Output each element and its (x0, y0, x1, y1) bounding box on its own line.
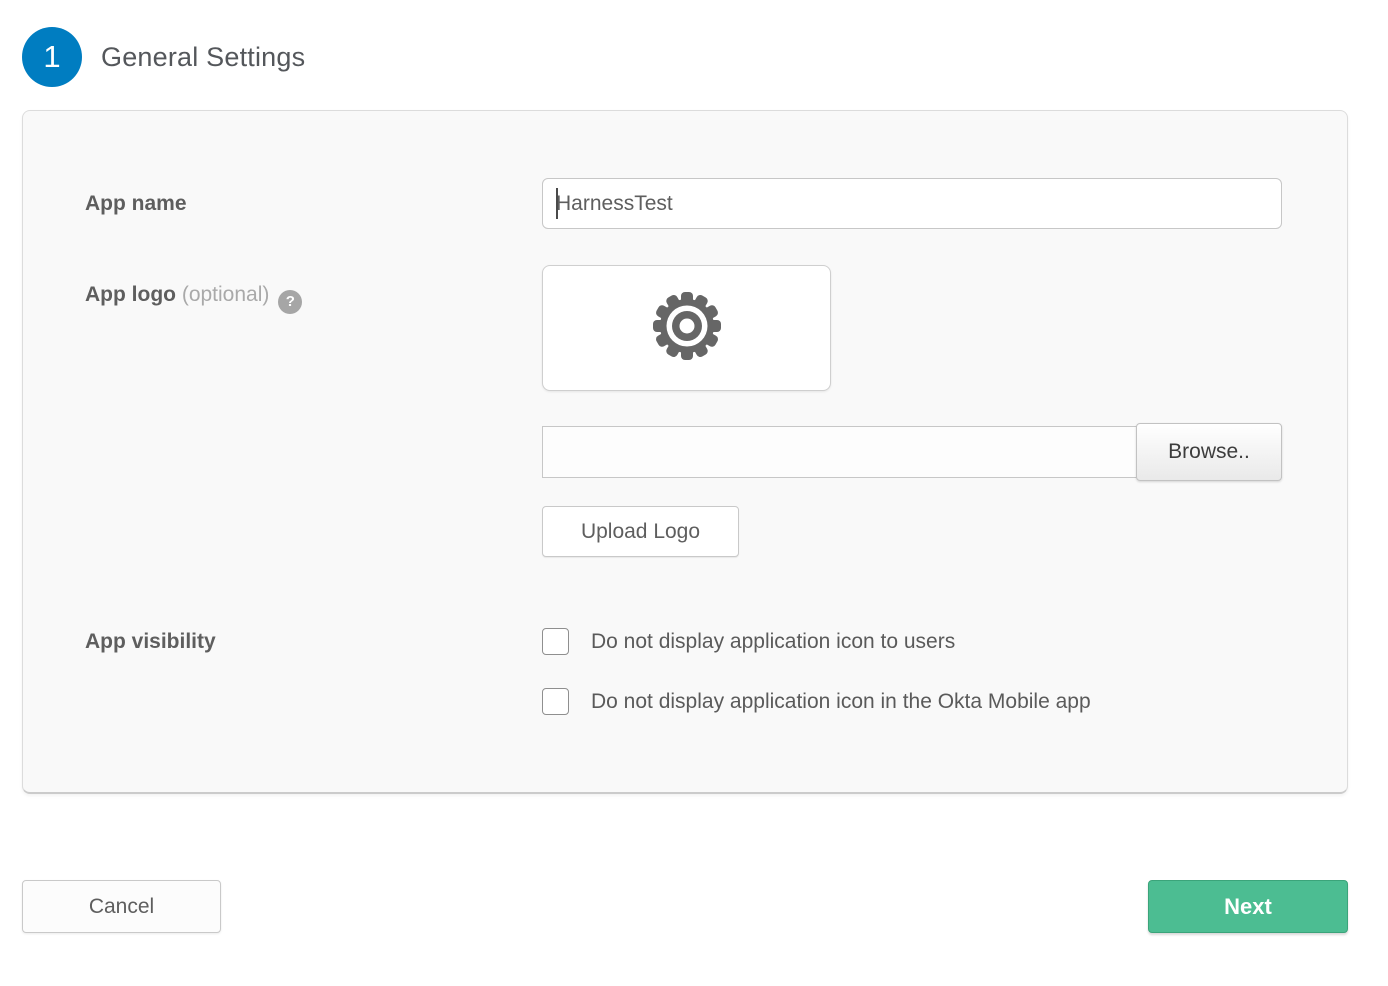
settings-panel: App name App logo (optional)? (22, 110, 1348, 794)
app-visibility-label: App visibility (85, 630, 216, 653)
logo-file-row: Browse.. (542, 426, 1282, 478)
wizard-footer: Cancel Next (22, 880, 1348, 933)
app-visibility-row: App visibility Do not display applicatio… (85, 628, 1282, 715)
optional-hint: (optional) (182, 283, 270, 306)
app-name-input[interactable] (542, 178, 1282, 229)
app-name-label: App name (85, 192, 187, 215)
visibility-option-users[interactable]: Do not display application icon to users (542, 628, 1282, 655)
next-button[interactable]: Next (1148, 880, 1348, 933)
gear-icon (649, 288, 725, 369)
question-mark-icon[interactable]: ? (278, 290, 302, 314)
cancel-button[interactable]: Cancel (22, 880, 221, 933)
checkbox-label: Do not display application icon in the O… (591, 690, 1091, 714)
upload-logo-button[interactable]: Upload Logo (542, 506, 739, 557)
visibility-option-mobile[interactable]: Do not display application icon in the O… (542, 688, 1282, 715)
checkbox-label: Do not display application icon to users (591, 630, 955, 654)
app-logo-row: App logo (optional)? (85, 265, 1282, 557)
step-number: 1 (43, 39, 60, 75)
logo-preview-box (542, 265, 831, 391)
app-visibility-label-col: App visibility (85, 628, 542, 657)
step-header: 1 General Settings (22, 26, 1348, 88)
hide-icon-mobile-checkbox[interactable] (542, 688, 569, 715)
step-number-badge: 1 (22, 27, 82, 87)
page-title: General Settings (101, 42, 305, 73)
text-caret (556, 188, 558, 219)
general-settings-wizard-step: 1 General Settings App name App logo (op… (0, 0, 1388, 933)
app-logo-label: App logo (85, 283, 176, 306)
hide-icon-users-checkbox[interactable] (542, 628, 569, 655)
app-name-row: App name (85, 178, 1282, 231)
app-name-label-col: App name (85, 178, 542, 231)
app-logo-label-col: App logo (optional)? (85, 265, 542, 314)
browse-button[interactable]: Browse.. (1136, 423, 1282, 481)
